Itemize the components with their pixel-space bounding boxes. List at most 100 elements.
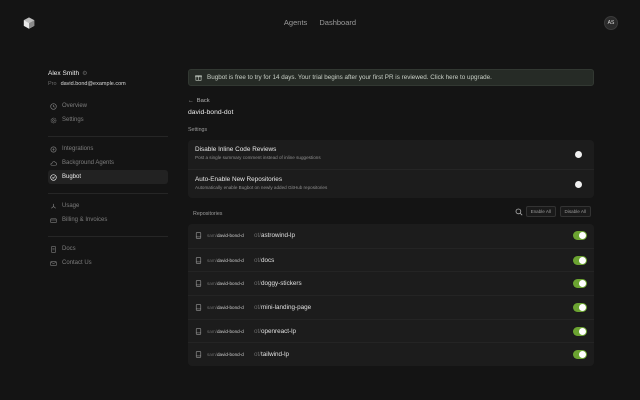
owner-prefix: sam/ — [207, 281, 217, 287]
page-title: david-bond-dot — [188, 109, 234, 116]
repo-row: sam/david-bond-d ot/tailwind-lp — [188, 342, 594, 366]
sidebar-item-bugbot[interactable]: Bugbot — [48, 170, 168, 184]
repo-icon — [195, 280, 202, 287]
repo-name: ot/astrowind-lp — [254, 232, 295, 239]
sidebar-item-usage[interactable]: Usage — [48, 199, 168, 213]
setting-toggle-auto-enable[interactable] — [575, 181, 582, 188]
repo-name: ot/mini-landing-page — [254, 304, 311, 311]
repo-owner: sam/david-bond-d — [207, 233, 254, 238]
sidebar-item-settings[interactable]: Settings — [48, 113, 168, 127]
repo-icon — [195, 351, 202, 358]
chart-icon — [51, 203, 56, 209]
sidebar-item-label: Settings — [62, 117, 84, 123]
setting-title: Disable Inline Code Reviews — [195, 146, 277, 153]
sidebar-item-label: Overview — [62, 103, 88, 109]
repo-name: ot/openreact-lp — [254, 328, 296, 335]
repo-row: sam/david-bond-d ot/doggy-stickers — [188, 271, 594, 295]
nav-group-help: Docs Contact Us — [48, 236, 168, 270]
repos-header: Repositories Enable All Disable All — [188, 206, 594, 219]
repo-name: ot/doggy-stickers — [254, 280, 302, 287]
repo-icon — [195, 256, 202, 264]
repo-owner: sam/david-bond-d — [207, 352, 254, 357]
repo-owner: sam/david-bond-d — [207, 258, 254, 263]
sidebar-item-label: Integrations — [62, 146, 94, 152]
sidebar-item-label: Contact Us — [62, 260, 92, 266]
cloud-icon — [50, 160, 57, 166]
repo-icon — [195, 327, 202, 335]
owner-prefix: sam/ — [207, 233, 217, 239]
repo-name-text: mini-landing-page — [261, 303, 312, 311]
owner-name: david-bond-d — [216, 304, 244, 310]
banner-text: Bugbot is free to try for 14 days. Your … — [207, 74, 492, 81]
name-prefix: ot/ — [254, 232, 262, 240]
repo-name-text: docs — [261, 256, 275, 264]
repo-toggle[interactable] — [573, 231, 587, 240]
repo-row: sam/david-bond-d ot/openreact-lp — [188, 318, 594, 343]
repo-owner: sam/david-bond-d — [207, 281, 254, 286]
sidebar: Alex Smith ⚙ Pro david.bond@example.com … — [48, 70, 168, 270]
repo-toggle[interactable] — [573, 255, 587, 265]
repo-row: sam/david-bond-d ot/mini-landing-page — [188, 295, 594, 319]
user-email: david.bond@example.com — [60, 81, 126, 87]
nav-dashboard[interactable]: Dashboard — [319, 18, 356, 27]
gear-icon — [50, 117, 57, 123]
repo-name-text: tailwind-lp — [261, 351, 290, 359]
settings-section-label: Settings — [188, 127, 208, 133]
doc-icon — [51, 245, 56, 253]
repo-toggle[interactable] — [573, 350, 587, 360]
name-prefix: ot/ — [254, 303, 262, 311]
sidebar-item-docs[interactable]: Docs — [48, 242, 168, 256]
owner-name: david-bond-d — [216, 328, 244, 334]
sidebar-item-contact[interactable]: Contact Us — [48, 256, 168, 270]
sidebar-item-label: Background Agents — [62, 160, 115, 166]
back-button[interactable]: ← Back — [188, 98, 218, 104]
repos-section-label: Repositories — [193, 211, 223, 217]
sidebar-item-label: Bugbot — [62, 174, 82, 180]
name-prefix: ot/ — [254, 280, 262, 288]
owner-prefix: sam/ — [207, 304, 217, 310]
search-icon[interactable] — [515, 208, 523, 216]
repo-name-text: doggy-stickers — [261, 280, 302, 288]
clock-icon — [50, 102, 57, 110]
setting-auto-enable: Auto-Enable New Repositories Automatical… — [188, 169, 594, 198]
repo-icon — [195, 304, 202, 311]
setting-toggle-disable-inline[interactable] — [575, 151, 582, 158]
arrow-left-icon: ← — [188, 98, 194, 104]
nav-group-main: Overview Settings — [48, 99, 168, 127]
avatar[interactable]: AS — [604, 16, 618, 30]
repo-toggle[interactable] — [573, 326, 587, 336]
check-circle-icon — [50, 173, 57, 181]
repo-toggle[interactable] — [573, 279, 587, 289]
settings-card: Disable Inline Code Reviews Post a singl… — [188, 140, 594, 198]
name-prefix: ot/ — [254, 351, 262, 359]
sidebar-item-label: Docs — [62, 246, 76, 252]
owner-prefix: sam/ — [207, 328, 217, 334]
owner-name: david-bond-d — [216, 257, 244, 263]
enable-all-button[interactable]: Enable All — [525, 206, 556, 217]
setting-disable-inline: Disable Inline Code Reviews Post a singl… — [188, 140, 594, 169]
repo-name-text: openreact-lp — [261, 327, 297, 335]
mail-icon — [50, 260, 57, 266]
repo-toggle[interactable] — [573, 303, 587, 313]
sidebar-item-background-agents[interactable]: Background Agents — [48, 156, 168, 170]
user-name: Alex Smith — [48, 70, 80, 77]
repo-list: sam/david-bond-d ot/astrowind-lp sam/dav… — [188, 224, 594, 367]
card-icon — [50, 217, 57, 223]
top-nav: Agents Dashboard — [0, 18, 640, 27]
repo-name-text: astrowind-lp — [261, 232, 295, 240]
nav-group-agents: Integrations Background Agents Bugbot — [48, 136, 168, 184]
repo-name: ot/docs — [254, 257, 274, 264]
sidebar-item-integrations[interactable]: Integrations — [48, 142, 168, 156]
plan-badge: Pro — [48, 81, 57, 87]
name-prefix: ot/ — [254, 256, 262, 264]
nav-agents[interactable]: Agents — [284, 18, 307, 27]
repo-name: ot/tailwind-lp — [254, 351, 289, 358]
disable-all-button[interactable]: Disable All — [559, 206, 591, 217]
repo-icon — [195, 232, 202, 239]
top-bar: Agents Dashboard AS — [0, 0, 640, 46]
repo-owner: sam/david-bond-d — [207, 329, 254, 334]
gear-icon[interactable]: ⚙ — [82, 70, 87, 77]
trial-banner[interactable]: Bugbot is free to try for 14 days. Your … — [188, 69, 594, 86]
sidebar-item-billing[interactable]: Billing & Invoices — [48, 213, 168, 227]
sidebar-item-overview[interactable]: Overview — [48, 99, 168, 113]
